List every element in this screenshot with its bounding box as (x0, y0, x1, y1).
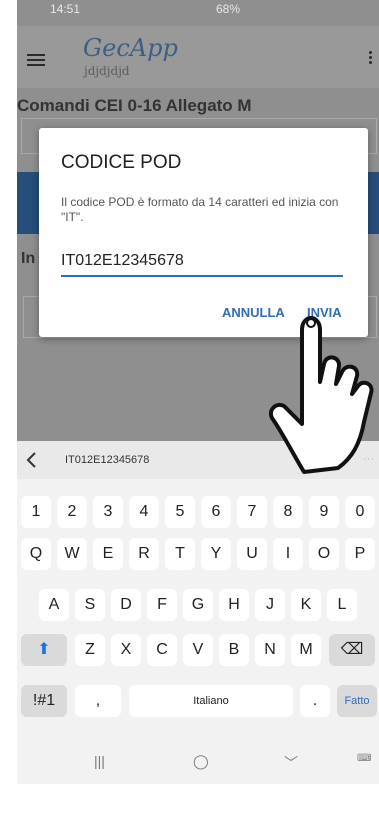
recent-apps-icon[interactable]: ||| (94, 753, 105, 769)
key-u[interactable]: U (237, 538, 267, 570)
key-x[interactable]: X (111, 634, 141, 666)
key-6[interactable]: 6 (201, 496, 231, 528)
key-9[interactable]: 9 (309, 496, 339, 528)
key-m[interactable]: M (291, 634, 321, 666)
done-key[interactable]: Fatto (337, 685, 377, 717)
back-arrow-icon[interactable] (23, 451, 41, 469)
key-l[interactable]: L (327, 589, 357, 621)
key-r[interactable]: R (129, 538, 159, 570)
keyboard-hide-icon[interactable]: ⌨ (357, 753, 371, 764)
suggestion-text[interactable]: IT012E12345678 (65, 454, 149, 466)
key-0[interactable]: 0 (345, 496, 375, 528)
key-8[interactable]: 8 (273, 496, 303, 528)
key-2[interactable]: 2 (57, 496, 87, 528)
key-p[interactable]: P (345, 538, 375, 570)
background-label: In (21, 250, 36, 267)
pointing-hand-icon (269, 316, 374, 474)
overflow-menu-icon[interactable] (369, 51, 373, 66)
key-b[interactable]: B (219, 634, 249, 666)
key-d[interactable]: D (111, 589, 141, 621)
comma-key[interactable]: , (75, 685, 121, 717)
dialog-title: CODICE POD (61, 152, 182, 173)
app-subtitle: jdjdjdjd (84, 64, 130, 78)
key-g[interactable]: G (183, 589, 213, 621)
key-z[interactable]: Z (75, 634, 105, 666)
status-bar: 14:51 68% (17, 0, 379, 26)
key-e[interactable]: E (93, 538, 123, 570)
key-h[interactable]: H (219, 589, 249, 621)
period-key[interactable]: . (300, 685, 330, 717)
key-y[interactable]: Y (201, 538, 231, 570)
key-1[interactable]: 1 (21, 496, 51, 528)
app-bar: GecApp jdjdjdjd (17, 26, 379, 88)
key-3[interactable]: 3 (93, 496, 123, 528)
key-f[interactable]: F (147, 589, 177, 621)
shift-key[interactable]: ⬆ (21, 634, 67, 666)
key-i[interactable]: I (273, 538, 303, 570)
app-title: GecApp (83, 34, 178, 62)
menu-icon[interactable] (27, 54, 45, 66)
section-title: Comandi CEI 0-16 Allegato M (17, 96, 252, 115)
backspace-key[interactable]: ⌫ (329, 634, 375, 666)
dialog-message: Il codice POD è formato da 14 caratteri … (61, 195, 339, 224)
phone-screen: 14:51 68% GecApp jdjdjdjd Comandi CEI 0-… (17, 0, 379, 784)
space-key[interactable]: Italiano (129, 685, 293, 717)
key-k[interactable]: K (291, 589, 321, 621)
key-q[interactable]: Q (21, 538, 51, 570)
key-o[interactable]: O (309, 538, 339, 570)
key-s[interactable]: S (75, 589, 105, 621)
key-j[interactable]: J (255, 589, 285, 621)
pod-input[interactable]: IT012E12345678 (61, 250, 343, 277)
key-t[interactable]: T (165, 538, 195, 570)
key-v[interactable]: V (183, 634, 213, 666)
system-nav-bar: ||| ◯ ﹀ ⌨ (17, 741, 379, 784)
key-5[interactable]: 5 (165, 496, 195, 528)
key-4[interactable]: 4 (129, 496, 159, 528)
home-icon[interactable]: ◯ (193, 753, 209, 770)
symbols-key[interactable]: !#1 (21, 685, 67, 717)
key-c[interactable]: C (147, 634, 177, 666)
key-n[interactable]: N (255, 634, 285, 666)
keyboard: IT012E12345678 ··· 1234567890QWERTYUIOPA… (17, 441, 379, 784)
key-w[interactable]: W (57, 538, 87, 570)
status-time: 14:51 (50, 2, 81, 16)
key-7[interactable]: 7 (237, 496, 267, 528)
status-battery: 68% (216, 2, 241, 16)
nav-back-icon[interactable]: ﹀ (284, 753, 298, 773)
key-a[interactable]: A (39, 589, 69, 621)
